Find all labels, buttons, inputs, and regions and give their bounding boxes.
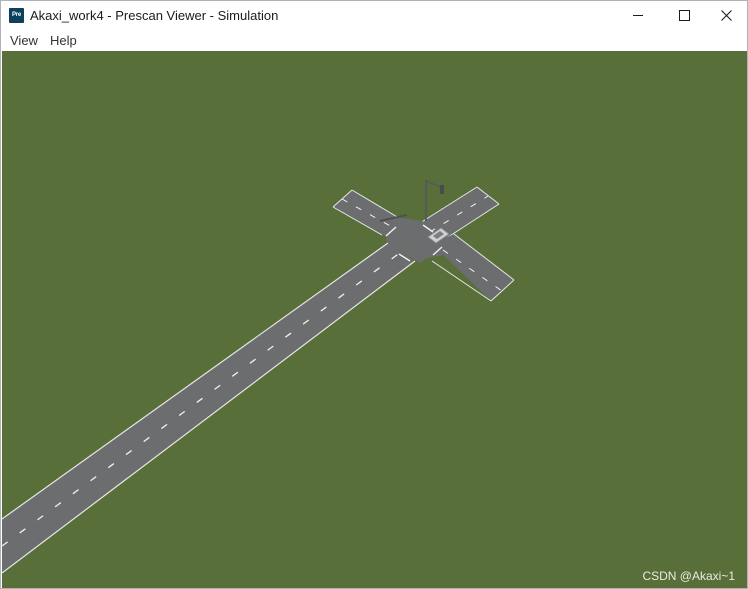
close-button[interactable] xyxy=(706,1,747,30)
maximize-icon xyxy=(679,10,690,21)
menu-view[interactable]: View xyxy=(9,33,39,48)
straight-road xyxy=(2,242,416,574)
minimize-button[interactable] xyxy=(614,1,660,30)
scene-canvas xyxy=(2,180,515,574)
close-icon xyxy=(721,10,732,21)
window-title: Akaxi_work4 - Prescan Viewer - Simulatio… xyxy=(30,8,279,23)
menu-help[interactable]: Help xyxy=(49,33,78,48)
simulation-viewport[interactable]: CSDN @Akaxi~1 xyxy=(2,51,747,588)
minimize-icon xyxy=(633,15,643,16)
menu-bar: View Help xyxy=(1,30,747,51)
title-bar[interactable]: Pre Akaxi_work4 - Prescan Viewer - Simul… xyxy=(1,1,747,30)
csdn-watermark: CSDN @Akaxi~1 xyxy=(642,569,735,583)
prescan-viewer-window: Pre Akaxi_work4 - Prescan Viewer - Simul… xyxy=(0,0,748,589)
maximize-button[interactable] xyxy=(660,1,706,30)
prescan-app-icon: Pre xyxy=(9,8,24,23)
